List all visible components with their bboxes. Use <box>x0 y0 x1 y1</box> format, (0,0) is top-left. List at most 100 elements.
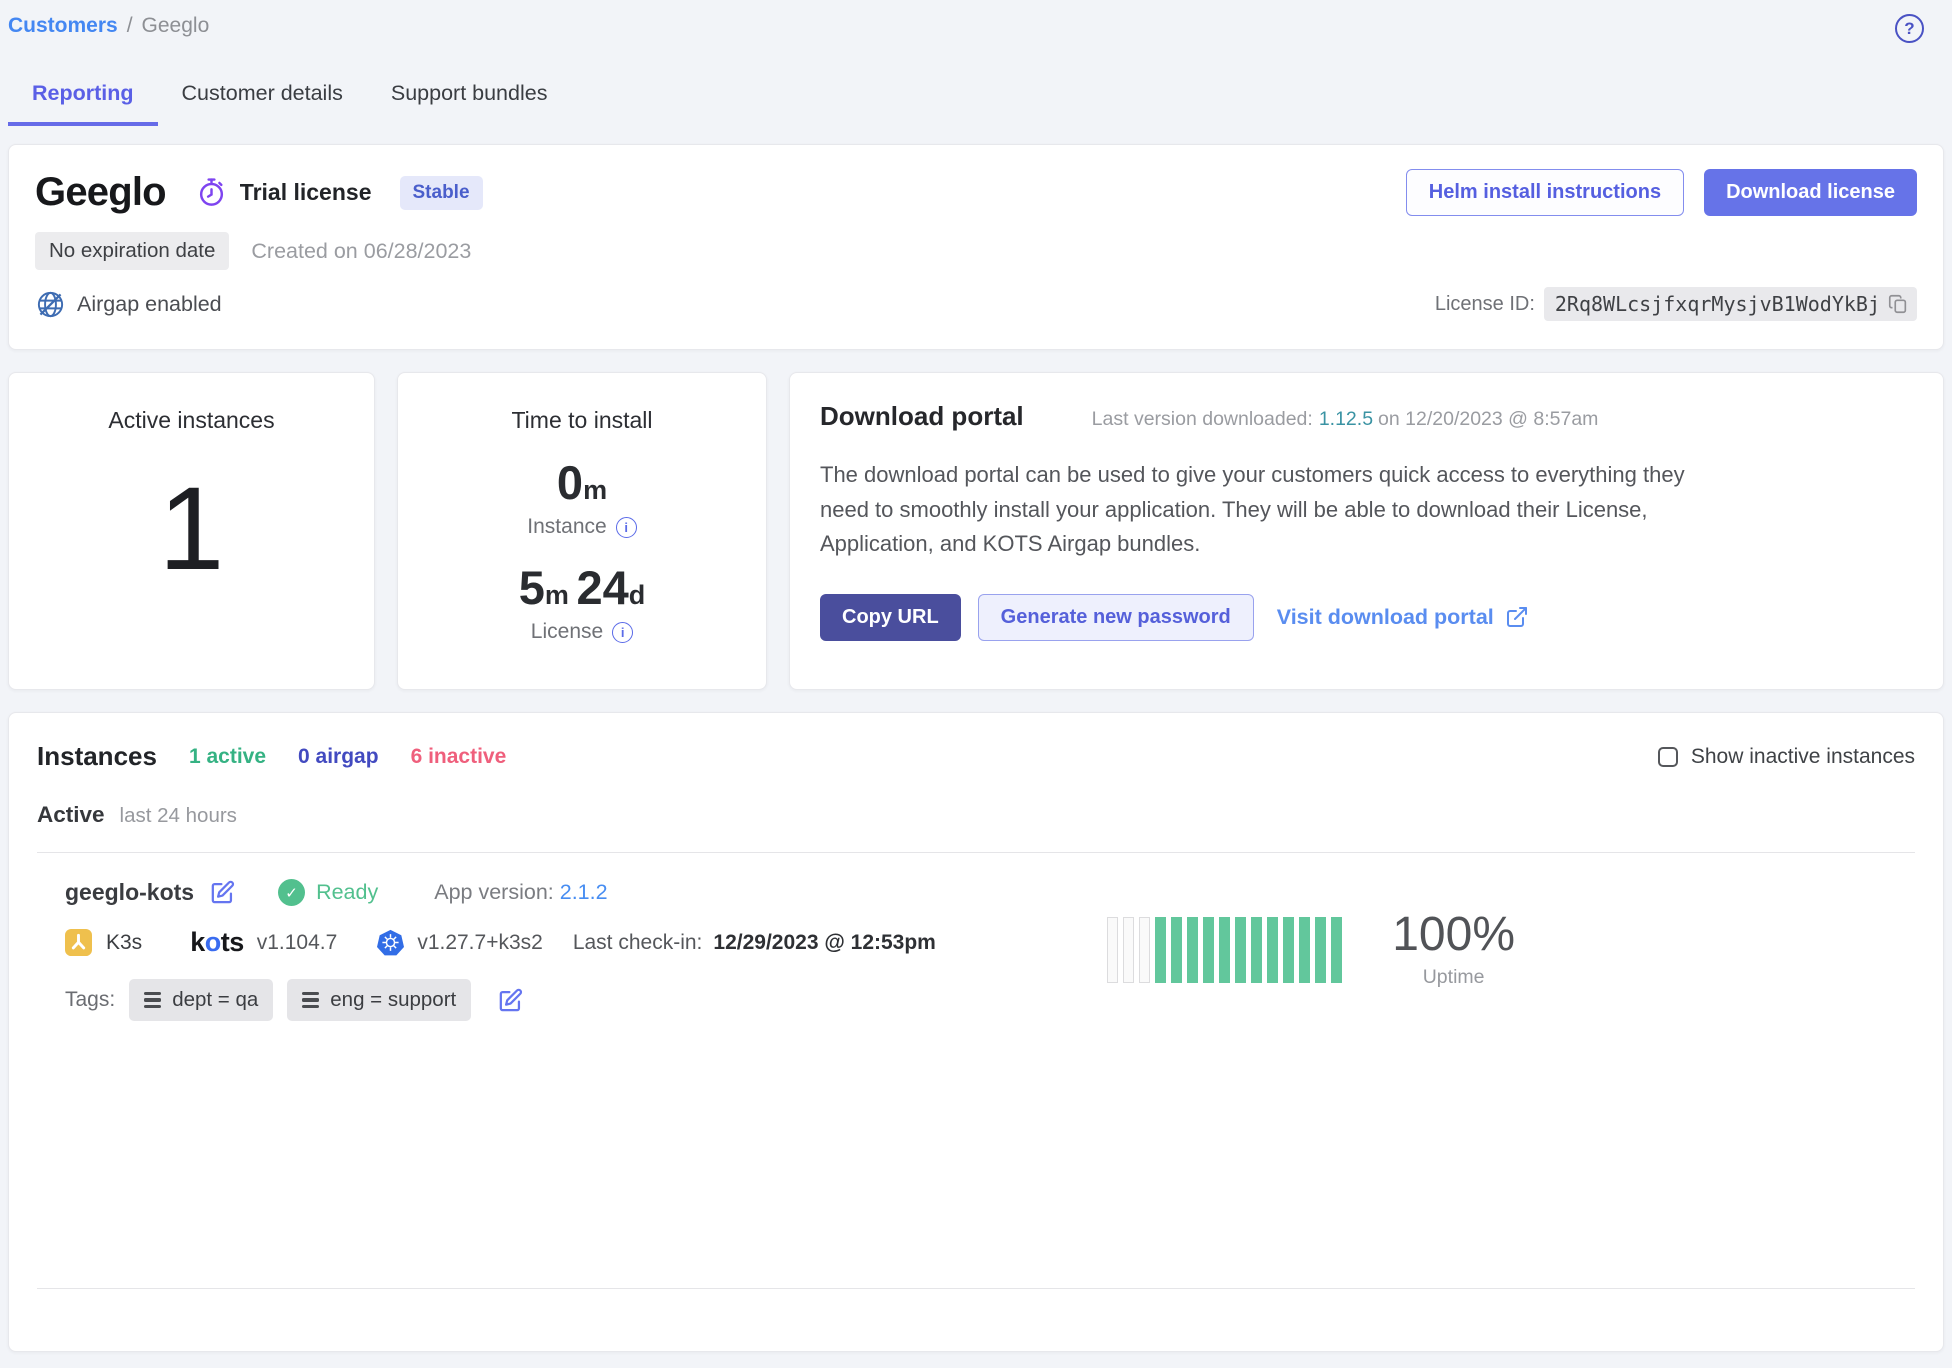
last-checkin-value: 12/29/2023 @ 12:53pm <box>713 931 935 955</box>
tag-badge[interactable]: eng = support <box>287 979 471 1021</box>
help-icon[interactable]: ? <box>1895 14 1924 43</box>
channel-badge: Stable <box>400 176 483 210</box>
kots-version: v1.104.7 <box>257 931 338 955</box>
customer-reporting-page: Customers / Geeglo ? Reporting Customer … <box>0 0 1952 1368</box>
uptime-bar <box>1235 917 1246 983</box>
created-date: Created on 06/28/2023 <box>251 239 471 264</box>
uptime-bars <box>1107 917 1342 983</box>
edit-tags-icon[interactable] <box>497 987 524 1014</box>
license-install-time: 5m 24d <box>519 564 645 611</box>
uptime-bar <box>1123 917 1134 983</box>
external-link-icon <box>1505 605 1529 629</box>
uptime-bar <box>1315 917 1326 983</box>
instance-name: geeglo-kots <box>65 879 194 906</box>
tab-customer-details[interactable]: Customer details <box>158 65 367 126</box>
visit-download-portal-link[interactable]: Visit download portal <box>1277 605 1529 630</box>
show-inactive-instances-toggle[interactable]: Show inactive instances <box>1658 745 1915 769</box>
instances-title: Instances <box>37 741 157 772</box>
tab-reporting[interactable]: Reporting <box>8 65 158 126</box>
tab-bar: Reporting Customer details Support bundl… <box>8 65 1944 126</box>
uptime-bar <box>1283 917 1294 983</box>
breadcrumb: Customers / Geeglo <box>8 12 209 38</box>
top-bar: Customers / Geeglo ? <box>8 0 1944 43</box>
breadcrumb-customers-link[interactable]: Customers <box>8 14 118 38</box>
kubernetes-icon <box>377 929 404 956</box>
info-icon[interactable]: i <box>616 517 637 538</box>
kots-logo: kots <box>190 927 244 958</box>
tags-label: Tags: <box>65 988 115 1012</box>
globe-slash-icon <box>35 289 66 320</box>
tag-icon <box>144 992 161 1009</box>
uptime-bar <box>1331 917 1342 983</box>
customer-summary-card: Geeglo Trial license Stable Helm install… <box>8 144 1944 350</box>
show-inactive-checkbox[interactable] <box>1658 747 1678 767</box>
copy-url-button[interactable]: Copy URL <box>820 594 961 641</box>
copy-icon[interactable] <box>1887 293 1909 315</box>
status-text: Ready <box>316 880 378 905</box>
active-group-sublabel: last 24 hours <box>120 804 237 828</box>
distribution: K3s <box>65 929 142 956</box>
info-icon[interactable]: i <box>612 622 633 643</box>
uptime-bar <box>1203 917 1214 983</box>
edit-instance-name-icon[interactable] <box>209 879 236 906</box>
download-portal-title: Download portal <box>820 401 1024 432</box>
uptime-bar <box>1187 917 1198 983</box>
check-circle-icon: ✓ <box>278 879 305 906</box>
uptime-group: 100% Uptime <box>1107 911 1515 989</box>
tag-badge[interactable]: dept = qa <box>129 979 273 1021</box>
uptime-bar <box>1267 917 1278 983</box>
uptime-bar <box>1171 917 1182 983</box>
app-version-link[interactable]: 2.1.2 <box>560 880 608 904</box>
license-id-label: License ID: <box>1435 293 1535 316</box>
download-portal-card: Download portal Last version downloaded:… <box>789 372 1944 690</box>
last-checkin-label: Last check-in: <box>573 931 703 955</box>
uptime-bar <box>1219 917 1230 983</box>
uptime-bar <box>1251 917 1262 983</box>
active-instances-card: Active instances 1 <box>8 372 375 690</box>
show-inactive-label: Show inactive instances <box>1691 745 1915 769</box>
instance-time-label: Instance <box>527 515 606 539</box>
breadcrumb-separator: / <box>127 14 133 38</box>
tab-support-bundles[interactable]: Support bundles <box>367 65 572 126</box>
kubernetes-version: v1.27.7+k3s2 <box>417 931 543 955</box>
license-id-text: 2Rq8WLcsjfxqrMysjvB1WodYkBj <box>1555 292 1880 316</box>
generate-new-password-button[interactable]: Generate new password <box>978 594 1254 641</box>
kubernetes-version-group: v1.27.7+k3s2 <box>377 929 543 956</box>
uptime-label: Uptime <box>1392 966 1515 989</box>
app-version: App version:2.1.2 <box>434 880 607 905</box>
download-portal-description: The download portal can be used to give … <box>820 458 1700 562</box>
time-to-install-card: Time to install 0m Instance i 5m 24d Lic… <box>397 372 767 690</box>
airgap-enabled-label: Airgap enabled <box>77 292 222 317</box>
help-glyph: ? <box>1904 19 1914 39</box>
license-time-label: License <box>531 620 603 644</box>
instance-row: geeglo-kots ✓ Ready App version:2.1.2 <box>37 853 1915 1021</box>
active-instances-title: Active instances <box>108 407 274 434</box>
airgap-count[interactable]: 0 airgap <box>298 745 379 769</box>
time-to-install-title: Time to install <box>511 407 652 434</box>
helm-install-instructions-button[interactable]: Helm install instructions <box>1406 169 1684 216</box>
uptime-bar <box>1107 917 1118 983</box>
uptime-stat: 100% Uptime <box>1392 911 1515 989</box>
last-version-downloaded: Last version downloaded:1.12.5on 12/20/2… <box>1092 408 1599 431</box>
license-type-label: Trial license <box>240 179 372 206</box>
distribution-label: K3s <box>106 931 142 955</box>
uptime-bar <box>1139 917 1150 983</box>
stopwatch-icon <box>196 177 227 208</box>
active-group-label: Active <box>37 802 105 828</box>
tag-icon <box>302 992 319 1009</box>
instances-card: Instances 1 active 0 airgap 6 inactive S… <box>8 712 1944 1352</box>
k3s-icon <box>65 929 92 956</box>
inactive-count[interactable]: 6 inactive <box>411 745 507 769</box>
uptime-value: 100% <box>1392 911 1515 959</box>
customer-name: Geeglo <box>35 170 166 215</box>
uptime-bar <box>1299 917 1310 983</box>
breadcrumb-current: Geeglo <box>142 14 210 38</box>
active-instances-value: 1 <box>159 470 225 588</box>
instance-install-time: 0m <box>557 459 607 506</box>
instance-status: ✓ Ready <box>278 879 378 906</box>
license-id-value: 2Rq8WLcsjfxqrMysjvB1WodYkBj <box>1544 287 1917 321</box>
active-count[interactable]: 1 active <box>189 745 266 769</box>
download-license-button[interactable]: Download license <box>1704 169 1917 216</box>
expiration-badge: No expiration date <box>35 232 229 270</box>
last-version-link[interactable]: 1.12.5 <box>1319 408 1373 430</box>
